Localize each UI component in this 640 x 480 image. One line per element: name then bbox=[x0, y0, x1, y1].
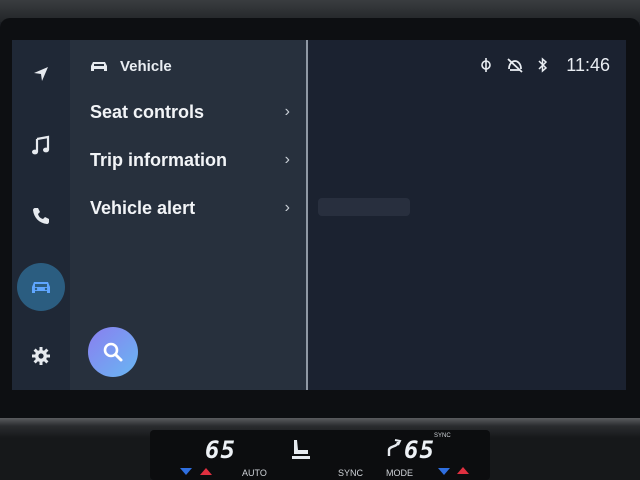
temp-up-arrow[interactable] bbox=[200, 468, 212, 475]
left-temperature: 65 bbox=[205, 436, 236, 464]
phone-icon bbox=[33, 208, 49, 224]
rail-navigation-button[interactable] bbox=[17, 50, 65, 98]
search-icon bbox=[103, 342, 123, 362]
auto-button[interactable]: AUTO bbox=[242, 468, 267, 478]
menu-item-seat-controls[interactable]: Seat controls › bbox=[70, 92, 306, 132]
navigation-icon bbox=[34, 67, 48, 81]
sync-indicator: SYNC bbox=[434, 433, 451, 439]
menu-item-trip-information[interactable]: Trip information › bbox=[70, 140, 306, 180]
chevron-right-icon: › bbox=[284, 151, 290, 168]
mode-button[interactable]: MODE bbox=[386, 468, 413, 478]
temp-down-arrow[interactable] bbox=[180, 468, 192, 475]
fan-direction-icon bbox=[387, 439, 402, 456]
menu-item-label: Vehicle alert bbox=[90, 197, 196, 218]
clock: 11:46 bbox=[566, 54, 610, 75]
mic-muted-icon bbox=[507, 58, 523, 73]
chevron-right-icon: › bbox=[284, 103, 290, 120]
search-button[interactable] bbox=[88, 327, 138, 377]
app-rail bbox=[12, 40, 70, 390]
rail-vehicle-button[interactable] bbox=[17, 263, 65, 311]
infotainment-screen: Vehicle Seat controls › Trip information… bbox=[12, 40, 626, 390]
right-temp-down-arrow[interactable] bbox=[438, 468, 450, 475]
menu-title: Vehicle bbox=[120, 57, 172, 75]
wireless-charging-icon bbox=[481, 58, 492, 72]
sync-button[interactable]: SYNC bbox=[338, 468, 363, 478]
screen-glare bbox=[318, 198, 410, 216]
music-icon bbox=[32, 135, 50, 155]
bluetooth-icon bbox=[538, 57, 548, 73]
rail-music-button[interactable] bbox=[17, 122, 65, 170]
rail-phone-button[interactable] bbox=[17, 192, 65, 240]
status-bar: 11:46 bbox=[480, 54, 610, 76]
rail-settings-button[interactable] bbox=[17, 332, 65, 380]
content-area: 11:46 bbox=[308, 40, 626, 390]
menu-header: Vehicle bbox=[90, 54, 172, 78]
settings-icon bbox=[32, 347, 50, 365]
vehicle-menu-panel: Vehicle Seat controls › Trip information… bbox=[70, 40, 306, 390]
menu-item-label: Seat controls bbox=[90, 101, 205, 122]
vehicle-icon bbox=[32, 282, 50, 293]
menu-item-vehicle-alert[interactable]: Vehicle alert › bbox=[70, 188, 306, 228]
right-temp-up-arrow[interactable] bbox=[457, 467, 469, 474]
chevron-right-icon: › bbox=[284, 199, 290, 216]
right-temperature: 65 bbox=[404, 436, 435, 464]
car-icon bbox=[91, 62, 107, 71]
menu-item-label: Trip information bbox=[90, 149, 227, 170]
seat-heat-icon bbox=[292, 440, 310, 459]
